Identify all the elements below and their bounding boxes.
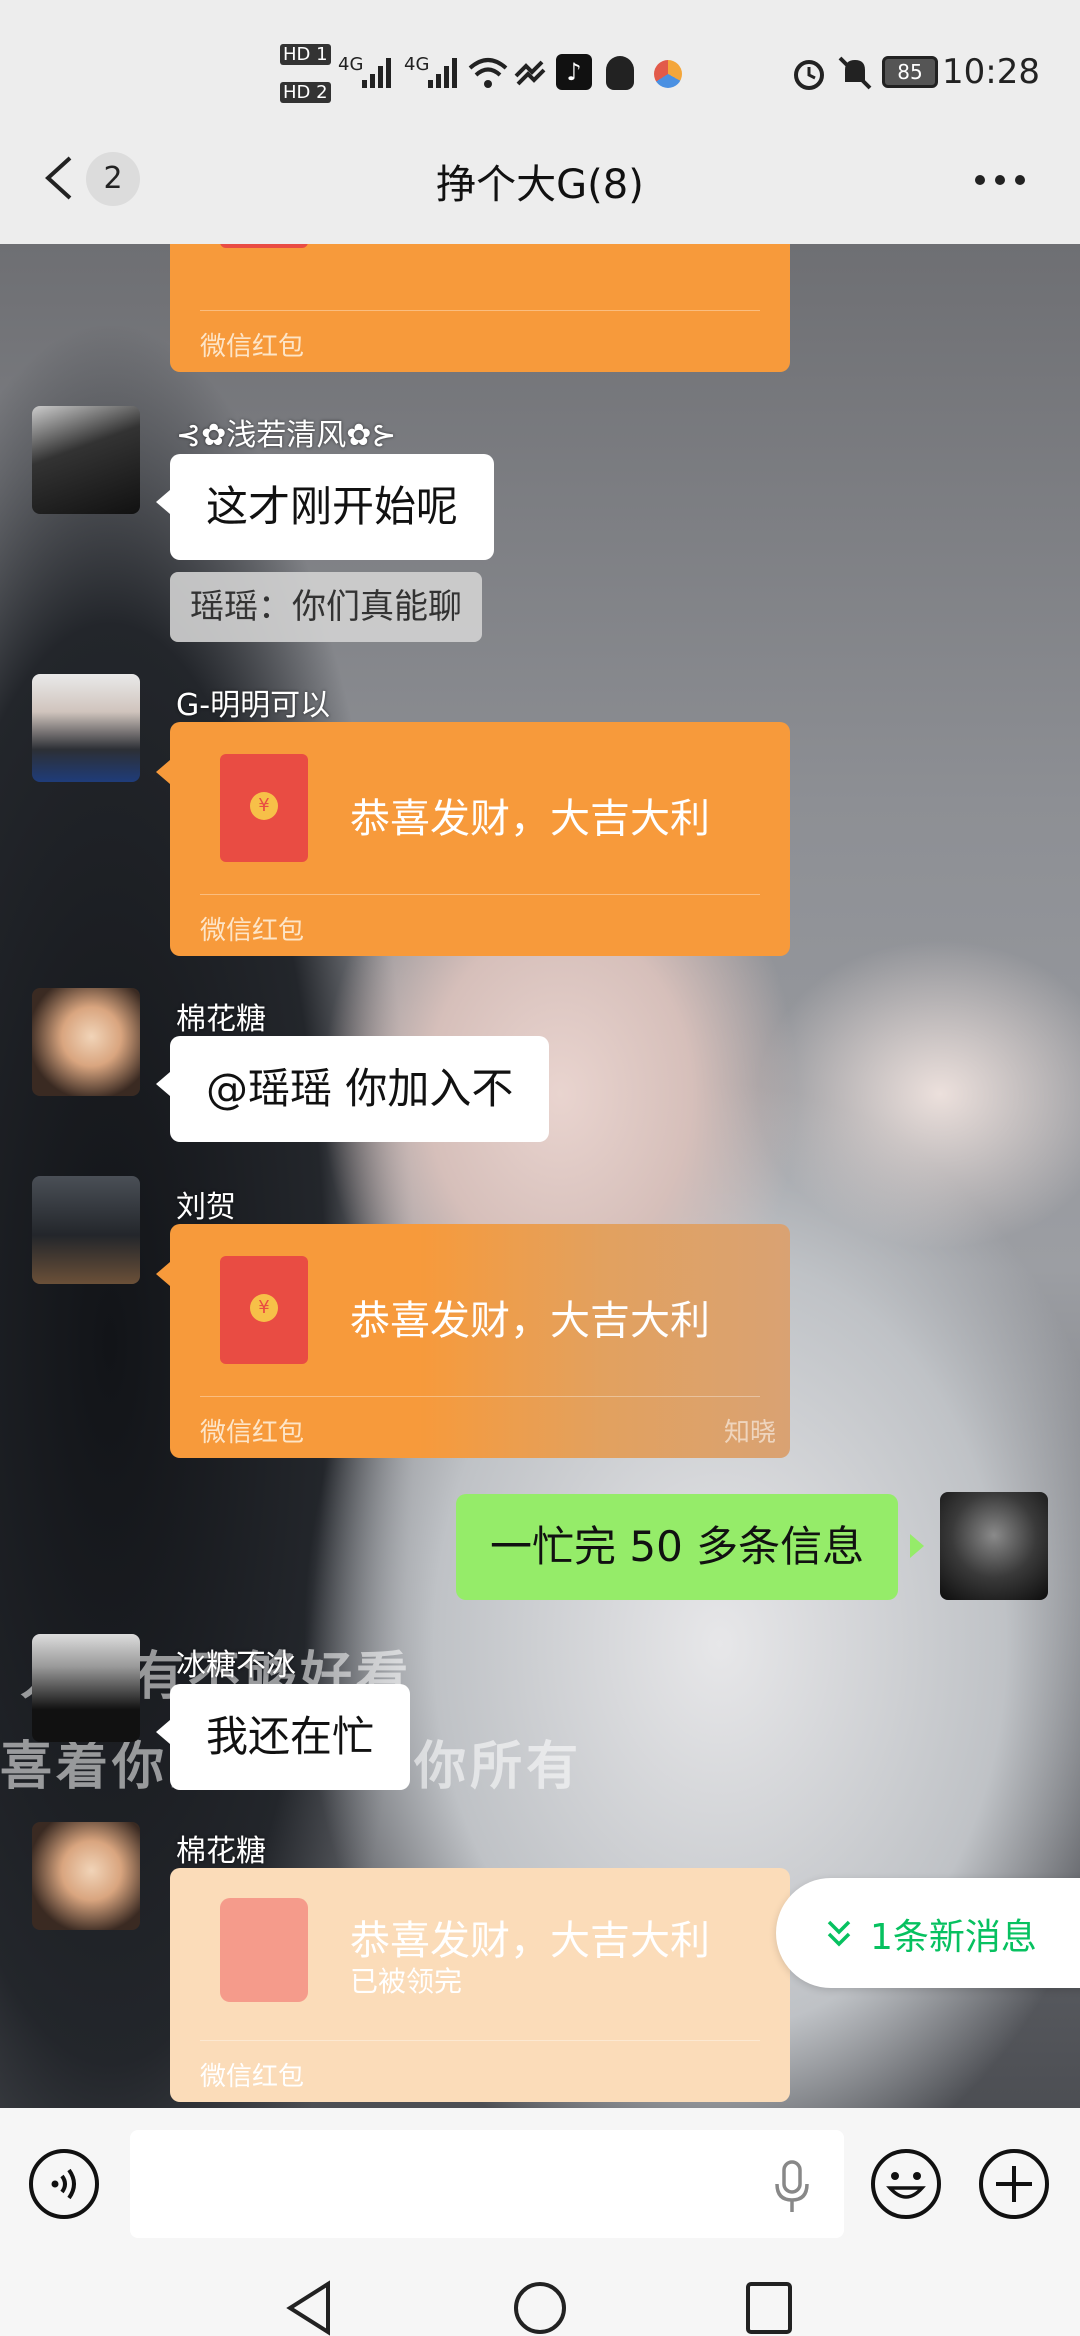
avatar[interactable] [32,1176,140,1284]
coin-icon: ¥ [250,792,278,820]
message-bubble[interactable]: 我还在忙 [170,1684,411,1790]
avatar[interactable] [32,674,140,782]
bubble-tail [156,760,170,784]
bubble-tail [156,1262,170,1286]
status-bar: HD 1 HD 2 4G 4G ♪ 85 10:28 [0,0,1080,140]
divider [200,310,760,311]
red-packet-footer: 微信红包 [200,2062,305,2092]
qq-icon [606,56,634,90]
clock: 10:28 [942,52,1040,92]
new-message-indicator[interactable]: 1条新消息 [776,1878,1080,1988]
hd1-label: HD 1 [280,44,331,65]
sender-name: ⊰✿浅若清风✿⊱ [176,418,397,453]
red-packet-greeting: 恭喜发财，大吉大利 [350,1918,710,1964]
signal-icon [362,58,391,88]
nav-back-icon[interactable] [284,2280,334,2336]
battery-icon: 85 [882,56,938,88]
app-icon [654,60,682,88]
link-icon [514,60,546,86]
message-bubble-self[interactable]: 一忙完 50 多条信息 [456,1494,899,1600]
hd2-label: HD 2 [280,82,331,103]
emoji-button[interactable] [870,2148,942,2220]
more-functions-button[interactable] [978,2148,1050,2220]
microphone-icon[interactable] [772,2158,812,2214]
divider [200,2040,760,2041]
avatar[interactable] [32,1822,140,1930]
bubble-tail [156,1072,170,1096]
bubble-tail [910,1534,924,1558]
avatar[interactable] [32,1634,140,1742]
message-bubble[interactable]: 这才刚开始呢 [170,454,495,560]
red-packet-icon [220,1898,308,2002]
signal-icon [428,58,457,88]
chat-background: 人你有不够好看 喜着你的 也他爱你所有 [0,244,1080,2108]
divider [200,894,760,895]
sender-name: 棉花糖 [176,1002,266,1037]
red-packet-icon: ¥ [220,754,308,862]
more-options-button[interactable] [970,160,1030,200]
red-packet[interactable]: ¥ 恭喜发财，大吉大利 微信红包 [170,722,790,956]
alarm-icon [794,60,824,90]
voice-toggle-button[interactable] [28,2148,100,2220]
quoted-note[interactable]: 瑶瑶：你们真能聊 [170,572,482,642]
sender-name: 冰糖不冰 [176,1648,296,1683]
avatar[interactable] [32,988,140,1096]
avatar[interactable] [32,406,140,514]
nav-home-icon[interactable] [512,2280,568,2336]
nav-recents-icon[interactable] [744,2280,794,2336]
red-packet-status: 已被领完 [350,1965,463,1998]
tiktok-icon: ♪ [556,54,592,90]
red-packet-opened[interactable]: 恭喜发财，大吉大利 已被领完 微信红包 [170,1868,790,2102]
red-packet-footer: 微信红包 [200,916,305,946]
red-packet-greeting: 恭喜发财，大吉大利 [350,796,710,842]
sender-name: 棉花糖 [176,1834,266,1869]
battery-level: 85 [897,60,923,84]
bubble-tail [156,1720,170,1744]
chat-title: 挣个大G(8) [436,162,644,208]
red-packet-cover-mark: 知晓 [723,1418,776,1448]
red-packet-greeting: 恭喜发财，大吉大利 [350,1298,710,1344]
sender-name: G-明明可以 [176,688,331,723]
message-input[interactable] [130,2130,844,2238]
bubble-tail [156,490,170,514]
double-chevron-down-icon [827,1920,851,1947]
coin-icon: ¥ [250,1294,278,1322]
avatar[interactable] [940,1492,1048,1600]
new-message-label: 1条新消息 [870,1917,1037,1958]
red-packet-footer: 微信红包 [200,332,305,362]
sender-name: 刘贺 [176,1190,236,1225]
red-packet-footer: 微信红包 [200,1418,305,1448]
red-packet-icon: ¥ [220,1256,308,1364]
red-packet[interactable]: ¥ 恭喜发财，大吉大利 微信红包 知晓 [170,1224,790,1458]
message-bubble[interactable]: @瑶瑶 你加入不 [170,1036,550,1142]
mute-icon [838,56,872,90]
wifi-icon [468,58,508,88]
divider [200,1396,760,1397]
